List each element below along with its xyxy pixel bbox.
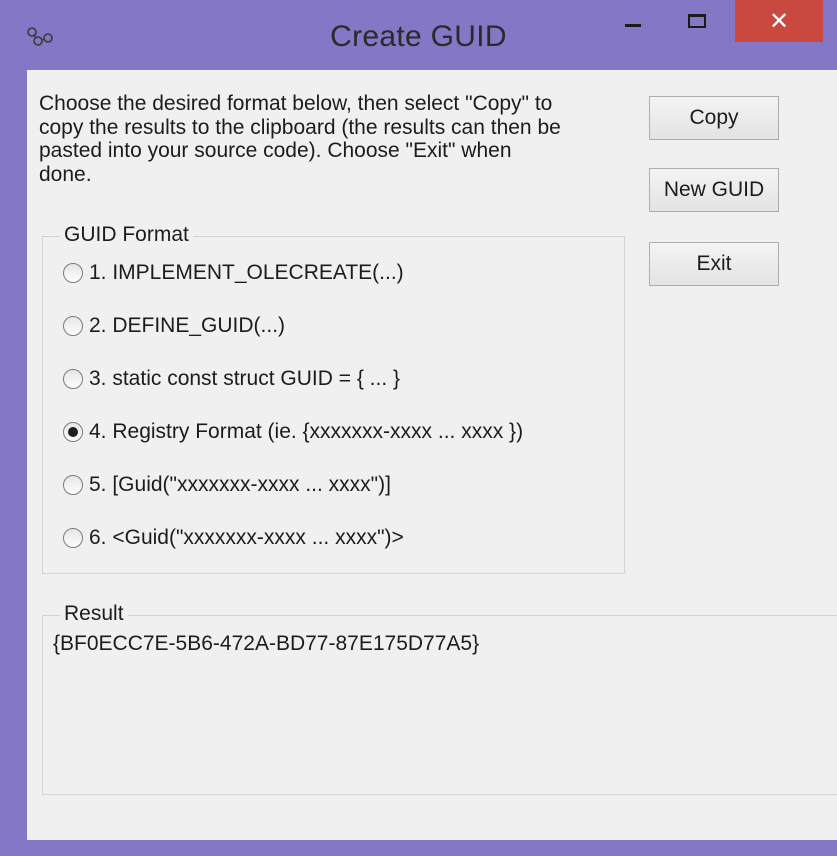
format-option-label: 2. DEFINE_GUID(...) [89,314,286,337]
radio-button[interactable] [63,528,83,548]
result-guid-text[interactable]: {BF0ECC7E-5B6-472A-BD77-87E175D77A5} [53,632,479,656]
format-option-label: 5. [Guid("xxxxxxx-xxxx ... xxxx")] [89,473,391,496]
result-label: Result [60,602,128,626]
close-icon: ✕ [768,7,790,35]
format-option-label: 1. IMPLEMENT_OLECREATE(...) [89,261,404,284]
maximize-icon [688,14,706,28]
radio-button[interactable] [63,263,83,283]
radio-button[interactable] [63,316,83,336]
format-option-3[interactable]: 3. static const struct GUID = { ... } [63,364,400,394]
minimize-icon [625,23,641,27]
guid-format-label: GUID Format [60,223,193,247]
format-option-5[interactable]: 5. [Guid("xxxxxxx-xxxx ... xxxx")] [63,470,391,500]
instructions-text: Choose the desired format below, then se… [39,92,561,186]
minimize-button[interactable] [604,0,662,42]
radio-button[interactable] [63,369,83,389]
format-option-label: 4. Registry Format (ie. {xxxxxxx-xxxx ..… [89,420,524,443]
format-option-4[interactable]: 4. Registry Format (ie. {xxxxxxx-xxxx ..… [63,417,523,447]
format-option-6[interactable]: 6. <Guid("xxxxxxx-xxxx ... xxxx")> [63,523,404,553]
dialog-client-area: Choose the desired format below, then se… [27,70,837,840]
radio-button-selected[interactable] [63,422,83,442]
result-group: Result {BF0ECC7E-5B6-472A-BD77-87E175D77… [42,602,837,795]
radio-button[interactable] [63,475,83,495]
close-button[interactable]: ✕ [735,0,823,42]
create-guid-window: Create GUID ✕ Choose the desired format … [0,0,837,856]
new-guid-button[interactable]: New GUID [649,168,779,212]
guid-format-group: GUID Format 1. IMPLEMENT_OLECREATE(...) … [42,223,625,574]
format-option-2[interactable]: 2. DEFINE_GUID(...) [63,311,285,341]
exit-button[interactable]: Exit [649,242,779,286]
copy-button[interactable]: Copy [649,96,779,140]
maximize-button[interactable] [668,0,726,42]
format-option-label: 3. static const struct GUID = { ... } [89,367,401,390]
format-option-label: 6. <Guid("xxxxxxx-xxxx ... xxxx")> [89,526,404,549]
format-option-1[interactable]: 1. IMPLEMENT_OLECREATE(...) [63,258,404,288]
title-bar[interactable]: Create GUID ✕ [0,0,837,68]
